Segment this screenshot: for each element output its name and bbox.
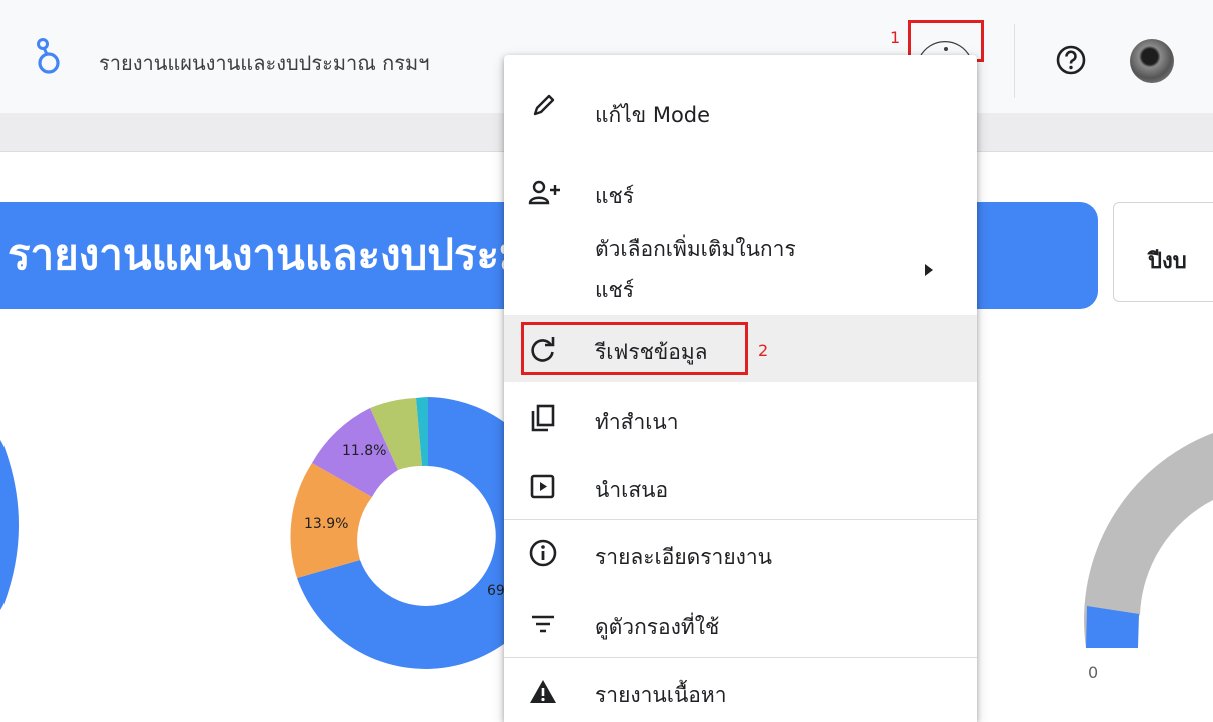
- menu-item-share-label: แชร์: [595, 184, 635, 208]
- share-person-icon: [528, 179, 564, 211]
- menu-divider: [504, 519, 977, 520]
- menu-item-more-share-options-label-line1: ตัวเลือกเพิ่มเติมในการ: [595, 237, 796, 261]
- menu-item-make-copy[interactable]: ทำสำเนา: [504, 385, 977, 451]
- menu-item-present[interactable]: นำเสนอ: [504, 453, 977, 519]
- menu-item-edit-mode[interactable]: แก้ไข Mode: [504, 75, 977, 140]
- menu-item-present-label: นำเสนอ: [595, 478, 669, 502]
- donut-label-purple: 11.8%: [342, 443, 387, 459]
- menu-item-report-details-label: รายละเอียดรายงาน: [595, 545, 773, 569]
- donut-label-orange: 13.9%: [304, 516, 349, 532]
- menu-item-make-copy-label: ทำสำเนา: [595, 410, 679, 434]
- menu-item-more-share-options[interactable]: ตัวเลือกเพิ่มเติมในการ แชร์: [504, 223, 977, 311]
- menu-item-edit-mode-label: แก้ไข Mode: [595, 103, 711, 127]
- menu-item-report-content[interactable]: รายงานเนื้อหา: [504, 659, 977, 722]
- warning-icon: [528, 677, 558, 711]
- present-icon: [528, 471, 558, 505]
- info-icon: [528, 538, 558, 572]
- chevron-right-icon: [924, 262, 934, 281]
- donut-label-blue: 69: [487, 583, 505, 599]
- menu-divider: [504, 657, 977, 658]
- menu-item-share[interactable]: แชร์: [504, 163, 977, 223]
- gauge-min-label: 0: [1088, 663, 1099, 682]
- annotation-number-2: 2: [758, 341, 769, 360]
- menu-item-report-content-label: รายงานเนื้อหา: [595, 683, 727, 707]
- menu-item-report-details[interactable]: รายละเอียดรายงาน: [504, 521, 977, 587]
- view-mode-menu: แก้ไข Mode แชร์ ตัวเลือกเพิ่มเติมในการ แ…: [504, 55, 977, 722]
- copy-icon: [528, 403, 558, 437]
- left-pie-edge: [4, 445, 19, 605]
- pencil-icon: [528, 91, 558, 125]
- menu-item-more-share-options-label-line2: แชร์: [595, 278, 635, 302]
- menu-item-view-applied-filters[interactable]: ดูตัวกรองที่ใช้: [504, 591, 977, 657]
- menu-item-view-applied-filters-label: ดูตัวกรองที่ใช้: [595, 615, 720, 639]
- annotation-box-2: [521, 322, 748, 375]
- filter-icon: [528, 609, 558, 643]
